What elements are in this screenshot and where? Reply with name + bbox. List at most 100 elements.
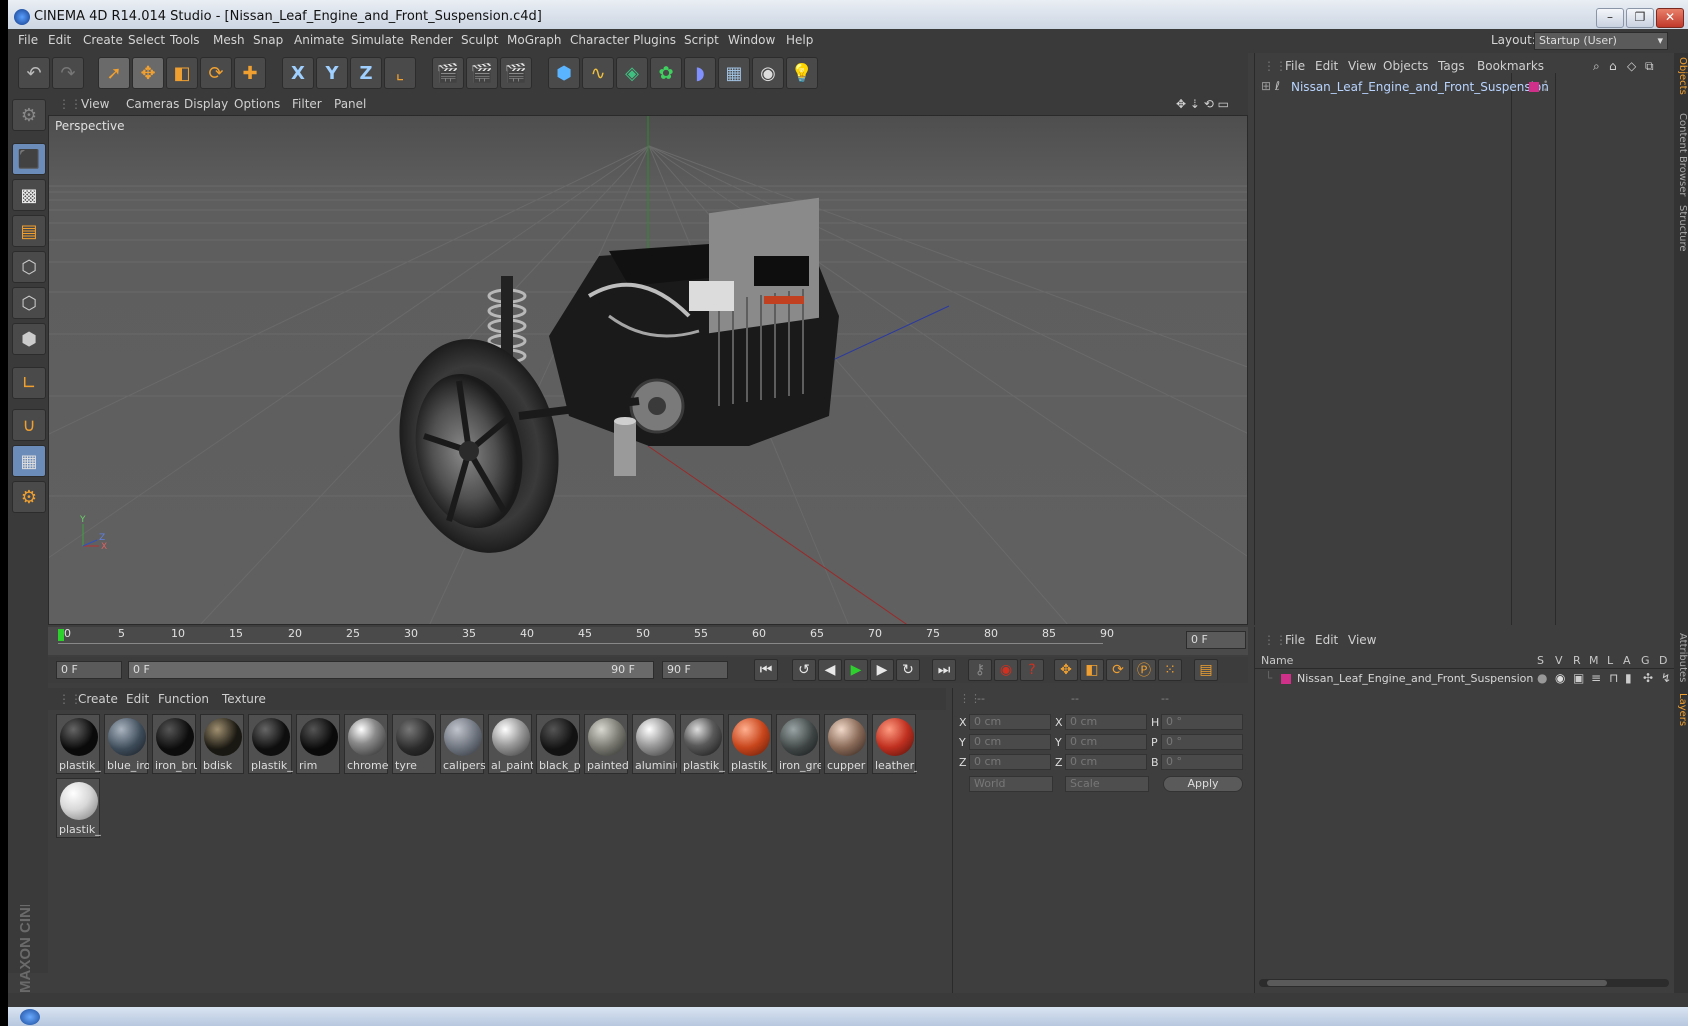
last-tool-button[interactable]: ✚: [234, 57, 266, 89]
menu-script[interactable]: Script: [684, 33, 719, 47]
scrollbar-thumb[interactable]: [1267, 980, 1607, 986]
planar-workplane-button[interactable]: ⚙: [12, 481, 46, 513]
render-icon[interactable]: ▣: [1573, 671, 1584, 685]
objects-menu-edit[interactable]: Edit: [1315, 59, 1338, 73]
start-button[interactable]: [20, 1009, 40, 1025]
menu-snap[interactable]: Snap: [253, 33, 283, 47]
name-column-header[interactable]: Name: [1261, 654, 1293, 667]
deformers-column-header[interactable]: D: [1659, 654, 1667, 667]
viewport-menu-filter[interactable]: Filter: [292, 97, 322, 111]
axis-mode-button[interactable]: ∟: [12, 367, 46, 399]
material-swatch[interactable]: plastik_c: [728, 714, 773, 774]
object-row[interactable]: ⊞ ℓ Nissan_Leaf_Engine_and_Front_Suspens…: [1261, 79, 1661, 97]
material-swatch[interactable]: chrome: [344, 714, 389, 774]
menu-simulate[interactable]: Simulate: [351, 33, 404, 47]
polygons-mode-button[interactable]: ⬢: [12, 323, 46, 355]
menu-sculpt[interactable]: Sculpt: [461, 33, 498, 47]
solo-toggle-icon[interactable]: ●: [1537, 671, 1547, 685]
viewport-nav-icons[interactable]: ✥ ⇣ ⟲ ▭: [1176, 97, 1229, 111]
restore-button[interactable]: ❐: [1626, 8, 1654, 28]
structure-side-tab[interactable]: Structure: [1674, 205, 1688, 252]
object-name[interactable]: Nissan_Leaf_Engine_and_Front_Suspension: [1291, 80, 1549, 94]
undo-button[interactable]: ↶: [18, 57, 50, 89]
material-swatch[interactable]: cupper: [824, 714, 868, 774]
menu-animate[interactable]: Animate: [294, 33, 344, 47]
menu-mesh[interactable]: Mesh: [213, 33, 245, 47]
key-position-button[interactable]: ✥: [1054, 659, 1078, 681]
coordinate-system-select[interactable]: World: [969, 776, 1053, 792]
eye-icon[interactable]: ◉: [1555, 671, 1565, 685]
end-frame-field[interactable]: 90 F: [662, 661, 728, 679]
locked-column-header[interactable]: L: [1607, 654, 1613, 667]
collapse-icon[interactable]: ◇: [1627, 59, 1636, 73]
menu-character[interactable]: Character: [570, 33, 629, 47]
material-swatch[interactable]: aluminiu: [632, 714, 677, 774]
start-frame-field[interactable]: 0 F: [56, 661, 122, 679]
lock-icon[interactable]: ⊓: [1609, 671, 1618, 685]
generators-column-header[interactable]: G: [1641, 654, 1650, 667]
menu-create[interactable]: Create: [83, 33, 123, 47]
goto-prev-key-button[interactable]: ↺: [792, 659, 816, 681]
menu-tools[interactable]: Tools: [170, 33, 200, 47]
generator-icon[interactable]: ✣: [1643, 671, 1653, 685]
frame-range-slider[interactable]: 0 F 90 F: [128, 661, 654, 679]
material-menu-create[interactable]: Create: [78, 692, 118, 706]
goto-start-button[interactable]: ⏮: [754, 659, 778, 681]
add-light-button[interactable]: 💡: [786, 57, 818, 89]
layout-select[interactable]: Startup (User) ▾: [1534, 32, 1668, 50]
manager-icon[interactable]: ≡: [1591, 671, 1601, 685]
size-x-field[interactable]: 0 cm: [1065, 714, 1147, 730]
coordinate-system-button[interactable]: ⌞: [384, 57, 416, 89]
size-mode-select[interactable]: Scale: [1065, 776, 1149, 792]
menu-select[interactable]: Select: [128, 33, 165, 47]
visible-column-header[interactable]: V: [1555, 654, 1563, 667]
objects-menu-objects[interactable]: Objects: [1383, 59, 1428, 73]
perspective-viewport[interactable]: Y X Z Perspective: [48, 115, 1248, 625]
layers-side-tab[interactable]: Layers: [1674, 693, 1688, 726]
rotate-tool-button[interactable]: ⟳: [200, 57, 232, 89]
menu-mograph[interactable]: MoGraph: [507, 33, 562, 47]
timeline-ruler[interactable]: 0 5 10 15 20 25 30 35 40 45 50 55 60 65 …: [48, 627, 1248, 655]
rotation-p-field[interactable]: 0 °: [1161, 734, 1243, 750]
layer-color-swatch[interactable]: [1281, 674, 1291, 684]
key-pla-button[interactable]: ⁙: [1158, 659, 1182, 681]
menu-help[interactable]: Help: [786, 33, 813, 47]
layers-menu-view[interactable]: View: [1348, 633, 1376, 647]
material-swatch[interactable]: blue_iro: [104, 714, 149, 774]
manager-column-header[interactable]: M: [1589, 654, 1599, 667]
objects-menu-file[interactable]: File: [1285, 59, 1305, 73]
viewport-menu-panel[interactable]: Panel: [334, 97, 366, 111]
prev-frame-button[interactable]: ◀: [818, 659, 842, 681]
deformer-icon[interactable]: ↯: [1661, 671, 1671, 685]
home-icon[interactable]: ⌂: [1609, 59, 1617, 73]
material-swatch[interactable]: painted: [584, 714, 629, 774]
add-spline-button[interactable]: ∿: [582, 57, 614, 89]
key-parameter-button[interactable]: Ⓟ: [1132, 659, 1156, 681]
next-frame-button[interactable]: ▶: [870, 659, 894, 681]
rotation-b-field[interactable]: 0 °: [1161, 754, 1243, 770]
edges-mode-button[interactable]: ⬡: [12, 287, 46, 319]
render-column-header[interactable]: R: [1573, 654, 1581, 667]
x-axis-button[interactable]: X: [282, 57, 314, 89]
size-y-field[interactable]: 0 cm: [1065, 734, 1147, 750]
apply-button[interactable]: Apply: [1163, 776, 1243, 792]
add-cube-button[interactable]: ⬢: [548, 57, 580, 89]
objects-menu-bookmarks[interactable]: Bookmarks: [1477, 59, 1544, 73]
workplane-mode-button[interactable]: ▤: [12, 215, 46, 247]
film-icon[interactable]: ▮: [1625, 671, 1632, 685]
horizontal-scrollbar[interactable]: [1259, 979, 1669, 987]
layers-menu-file[interactable]: File: [1285, 633, 1305, 647]
material-swatch[interactable]: plastik_l: [248, 714, 293, 774]
z-axis-button[interactable]: Z: [350, 57, 382, 89]
menu-render[interactable]: Render: [410, 33, 453, 47]
visibility-dots-icon[interactable]: • •: [1543, 79, 1548, 96]
layer-name[interactable]: Nissan_Leaf_Engine_and_Front_Suspension: [1297, 672, 1533, 685]
new-window-icon[interactable]: ⧉: [1645, 59, 1654, 74]
viewport-menu-display[interactable]: Display: [184, 97, 228, 111]
search-icon[interactable]: ⌕: [1593, 59, 1600, 74]
scale-tool-button[interactable]: ◧: [166, 57, 198, 89]
material-swatch[interactable]: plastik_: [680, 714, 725, 774]
model-mode-button[interactable]: ⬛: [12, 143, 46, 175]
live-selection-button[interactable]: ➚: [98, 57, 130, 89]
material-swatch[interactable]: black_pa: [536, 714, 581, 774]
